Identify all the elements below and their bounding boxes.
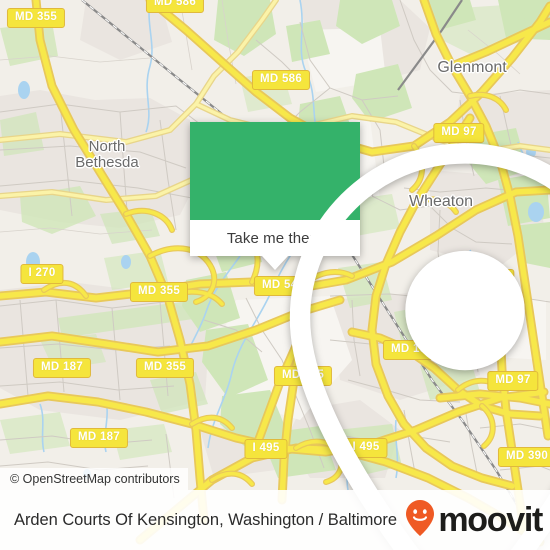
moovit-logo[interactable]: moovit	[405, 499, 543, 542]
pond-2	[18, 81, 30, 99]
road-shield-md-586-b[interactable]: MD 586	[251, 70, 311, 90]
pond-5	[121, 255, 131, 269]
road-shield-md-586-a[interactable]: MD 586	[145, 0, 205, 13]
location-popup-card[interactable]: Take me there	[190, 122, 550, 550]
osm-attribution-text: © OpenStreetMap contributors	[10, 472, 180, 486]
moovit-wordmark: moovit	[438, 501, 543, 539]
place-label-line-2: Bethesda	[75, 154, 139, 171]
road-shield-md-187-a[interactable]: MD 187	[32, 358, 92, 378]
road-shield-md-355-c[interactable]: MD 355	[135, 358, 195, 378]
popup-pointer-tail	[262, 256, 288, 270]
popup-header	[190, 122, 550, 550]
road-shield-i-270[interactable]: I 270	[20, 264, 64, 284]
place-label-line-1: North	[88, 138, 126, 155]
place-label-north-bethesda: North Bethesda	[75, 139, 138, 171]
road-shield-md-355-b[interactable]: MD 355	[129, 282, 189, 302]
road-shield-md-187-b[interactable]: MD 187	[69, 428, 129, 448]
moovit-pin-icon	[405, 499, 435, 542]
road-shield-md-355-a[interactable]: MD 355	[6, 8, 66, 28]
location-title: Arden Courts Of Kensington, Washington /…	[14, 510, 397, 529]
osm-attribution[interactable]: © OpenStreetMap contributors	[0, 468, 188, 490]
map-screenshot: .park { fill:#cfe6b8; } .resid { fill:#e…	[0, 0, 550, 550]
place-label-glenmont: Glenmont	[437, 59, 507, 76]
map-canvas[interactable]: .park { fill:#cfe6b8; } .resid { fill:#e…	[0, 0, 550, 550]
footer-bar: Arden Courts Of Kensington, Washington /…	[0, 490, 550, 550]
